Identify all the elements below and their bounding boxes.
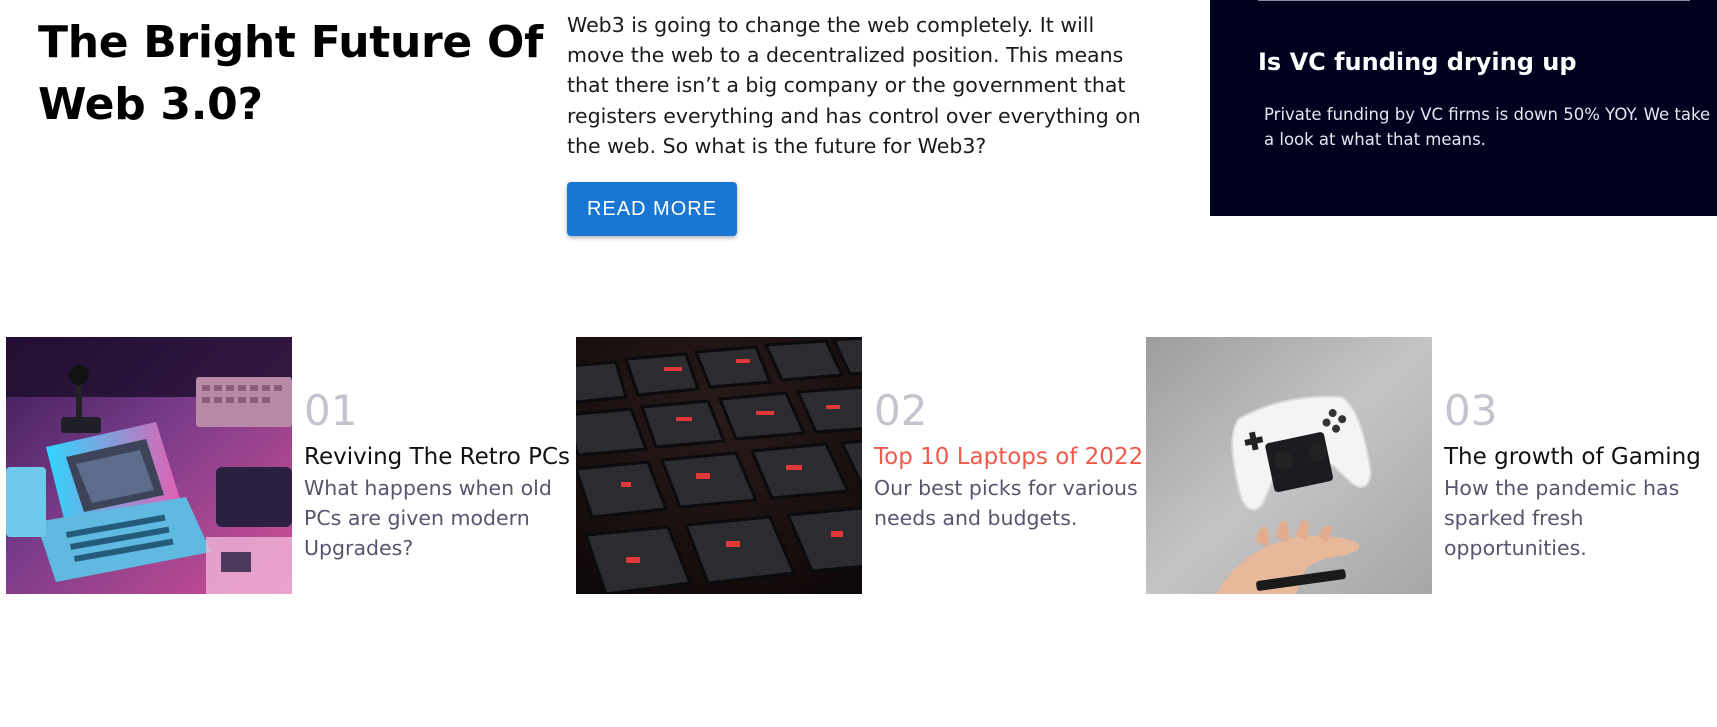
- hero-title: The Bright Future Of Web 3.0?: [38, 17, 543, 130]
- article-title-link[interactable]: Top 10 Laptops of 2022: [874, 441, 1144, 473]
- retro-pc-image[interactable]: [6, 337, 292, 594]
- article-description: What happens when old PCs are given mode…: [304, 476, 552, 560]
- read-more-button[interactable]: READ MORE: [567, 182, 737, 236]
- hero-description: Web3 is going to change the web complete…: [567, 13, 1141, 158]
- promo-title[interactable]: Is VC funding drying up: [1258, 48, 1577, 76]
- article-body-2: 02 Top 10 Laptops of 2022 Our best picks…: [874, 389, 1144, 533]
- article-number: 01: [304, 386, 358, 435]
- laptop-keyboard-image[interactable]: [576, 337, 862, 594]
- article-number: 02: [874, 386, 928, 435]
- promo-description: Private funding by VC firms is down 50% …: [1264, 105, 1711, 149]
- promo-card[interactable]: Is VC funding drying up Private funding …: [1210, 0, 1717, 216]
- game-controller-image[interactable]: [1146, 337, 1432, 594]
- article-body-1: 01 Reviving The Retro PCs What happens w…: [304, 389, 574, 563]
- article-number: 03: [1444, 386, 1498, 435]
- promo-divider: [1258, 0, 1690, 1]
- article-title-link[interactable]: Reviving The Retro PCs: [304, 441, 574, 473]
- article-body-3: 03 The growth of Gaming How the pandemic…: [1444, 389, 1714, 563]
- article-description: How the pandemic has sparked fresh oppor…: [1444, 476, 1680, 560]
- article-description: Our best picks for various needs and bud…: [874, 476, 1138, 530]
- article-title-link[interactable]: The growth of Gaming: [1444, 441, 1714, 473]
